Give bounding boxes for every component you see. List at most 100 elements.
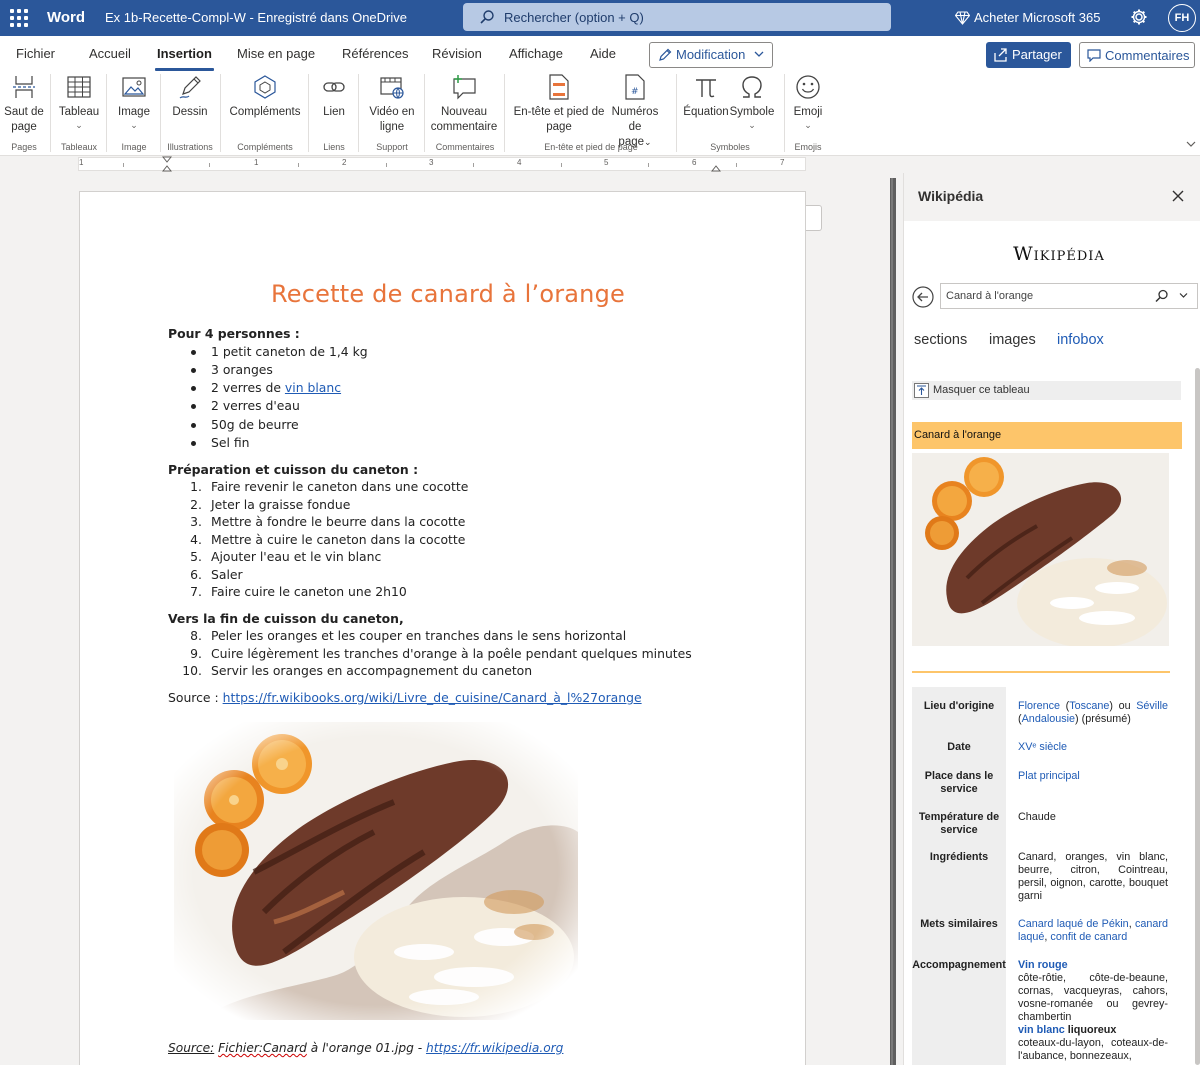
editing-mode-label: Modification: [676, 47, 746, 62]
page-break-button[interactable]: Saut de page: [2, 74, 46, 135]
header-footer-button[interactable]: En-tête et pied de page: [512, 74, 606, 135]
search-icon[interactable]: [1155, 289, 1169, 303]
tab-insertion[interactable]: Insertion: [155, 46, 214, 71]
chevron-down-icon[interactable]: [1186, 140, 1196, 148]
back-arrow-icon[interactable]: [912, 286, 934, 308]
ruler-mark: 5: [604, 158, 609, 167]
table-button[interactable]: Tableau ⌄: [56, 74, 102, 130]
infobox-value-ingredients: Canard, oranges, vin blanc, beurre, citr…: [1018, 851, 1168, 902]
infobox-value-date: XVᵉ siècle: [1018, 741, 1068, 753]
drawing-button[interactable]: Dessin: [166, 74, 214, 120]
share-button[interactable]: Partager: [986, 42, 1071, 68]
wiki-tab-images[interactable]: images: [989, 332, 1036, 348]
tab-revision[interactable]: Révision: [432, 46, 482, 61]
buy-microsoft-365-link[interactable]: Acheter Microsoft 365: [954, 10, 1100, 25]
symbol-button[interactable]: Symbole ⌄: [728, 74, 776, 130]
wiki-search-value: Canard à l'orange: [946, 290, 1034, 302]
ruler-tick: [298, 163, 299, 167]
pencil-icon: [659, 48, 672, 61]
tab-affichage[interactable]: Affichage: [509, 46, 563, 61]
source-link[interactable]: https://fr.wikibooks.org/wiki/Livre_de_c…: [223, 690, 642, 705]
new-comment-icon: [453, 75, 476, 100]
group-label-pages: Pages: [11, 142, 37, 152]
group-separator: [504, 74, 505, 152]
group-separator: [220, 74, 221, 152]
editing-mode-button[interactable]: Modification: [649, 42, 773, 68]
gear-icon[interactable]: [1130, 8, 1148, 26]
group-label-media: Support: [376, 142, 408, 152]
chevron-down-icon[interactable]: [1179, 292, 1188, 299]
image-icon: [122, 77, 146, 97]
document-canvas[interactable]: Recette de canard à l’orange Pour 4 pers…: [0, 173, 890, 1065]
infobox-value-origin: Florence (Toscane) ou Séville (Andalousi…: [1018, 700, 1168, 725]
document-title[interactable]: Ex 1b-Recette-Compl-W - Enregistré dans …: [105, 10, 407, 25]
step-text: Mettre à cuire le caneton dans la cocott…: [211, 531, 466, 547]
page-numbers-button[interactable]: # Numéros de page⌄: [604, 74, 666, 150]
vin-blanc-link[interactable]: vin blanc: [285, 380, 341, 395]
equation-button[interactable]: Équation: [682, 74, 730, 120]
wiki-search-input[interactable]: Canard à l'orange: [940, 283, 1198, 309]
search-box[interactable]: Rechercher (option + Q): [463, 3, 891, 31]
pane-splitter[interactable]: [890, 178, 896, 1065]
image-button[interactable]: Image ⌄: [112, 74, 156, 130]
tab-mise-en-page[interactable]: Mise en page: [237, 46, 315, 61]
emoji-button[interactable]: Emoji ⌄: [788, 74, 828, 130]
chevron-down-icon: ⌄: [75, 120, 83, 130]
search-placeholder: Rechercher (option + Q): [504, 10, 644, 25]
addins-button[interactable]: Compléments: [226, 74, 304, 120]
table-icon: [67, 76, 91, 98]
ruler-mark: 7: [780, 158, 785, 167]
app-name[interactable]: Word: [47, 9, 85, 26]
chevron-down-icon: ⌄: [804, 120, 812, 130]
app-launcher-icon[interactable]: [10, 9, 28, 27]
tab-references[interactable]: Références: [342, 46, 408, 61]
infobox-label-temperature: Température de service: [912, 811, 1006, 837]
step-text: Cuire légèrement les tranches d'orange à…: [211, 645, 692, 661]
hide-table-toggle[interactable]: Masquer ce tableau: [912, 381, 1181, 400]
image-label: Image: [118, 106, 150, 118]
tab-fichier[interactable]: Fichier: [16, 46, 55, 61]
tab-accueil[interactable]: Accueil: [89, 46, 131, 61]
caption-link[interactable]: https://fr.wikipedia.org: [426, 1041, 563, 1055]
group-label-comments: Commentaires: [435, 142, 495, 152]
tab-aide[interactable]: Aide: [590, 46, 616, 61]
page-break-icon: [13, 76, 35, 98]
chevron-down-icon: ⌄: [130, 120, 138, 130]
online-video-button[interactable]: Vidéo en ligne: [364, 74, 420, 135]
infobox-photo[interactable]: [912, 453, 1169, 646]
pane-scrollbar[interactable]: [1195, 368, 1200, 1065]
search-icon: [480, 10, 494, 24]
title-bar: Word Ex 1b-Recette-Compl-W - Enregistré …: [0, 0, 1200, 36]
step-text: Faire cuire le caneton une 2h10: [211, 584, 407, 599]
comments-button[interactable]: Commentaires: [1079, 42, 1195, 68]
ruler-tick: [561, 163, 562, 167]
ruler-tick: [648, 163, 649, 167]
duck-orange-photo[interactable]: [174, 722, 578, 1020]
group-label-image: Image: [121, 142, 147, 152]
recipe-title: Recette de canard à l’orange: [271, 280, 625, 308]
right-indent-marker-icon[interactable]: [711, 164, 721, 172]
new-comment-label-1: Nouveau: [440, 106, 488, 118]
share-icon: [994, 48, 1007, 62]
infobox-value-service: Plat principal: [1018, 770, 1080, 782]
wiki-tab-infobox[interactable]: infobox: [1057, 332, 1104, 348]
link-icon: [323, 82, 345, 92]
document-page[interactable]: Recette de canard à l’orange Pour 4 pers…: [79, 191, 806, 1065]
symbol-label: Symbole: [729, 106, 775, 118]
horizontal-ruler[interactable]: 1 1 2 3 4 5 6 7: [78, 156, 806, 172]
comment-icon: [1087, 49, 1101, 62]
avatar[interactable]: FH: [1168, 4, 1196, 32]
indent-marker-icon[interactable]: [162, 156, 172, 172]
group-separator: [50, 74, 51, 152]
group-separator: [784, 74, 785, 152]
image-caption: Source: Fichier:Canard à l'orange 01.jpg…: [168, 1041, 564, 1055]
servings-heading: Pour 4 personnes :: [168, 326, 300, 341]
new-comment-button[interactable]: Nouveau commentaire: [430, 74, 498, 135]
infobox-label-date: Date: [912, 741, 1006, 754]
link-button[interactable]: Lien: [314, 74, 354, 120]
close-icon[interactable]: [1172, 190, 1184, 202]
omega-icon: [742, 76, 762, 98]
step-number: 8.: [190, 628, 202, 643]
group-label-addins: Compléments: [237, 142, 293, 152]
wiki-tab-sections[interactable]: sections: [914, 332, 967, 348]
